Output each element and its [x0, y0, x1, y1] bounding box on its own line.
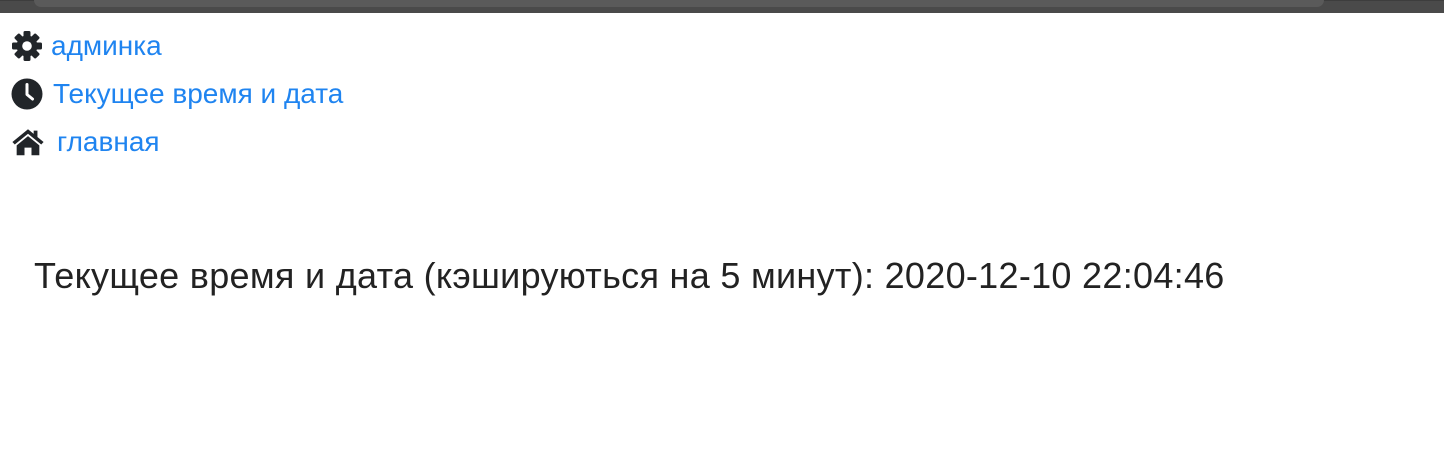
- clock-icon: [11, 77, 45, 111]
- nav-item-admin[interactable]: админка: [11, 22, 343, 70]
- browser-address-bar[interactable]: [34, 0, 1324, 7]
- current-datetime-text: Текущее время и дата (кэшируються на 5 м…: [34, 255, 1225, 297]
- nav-item-current-time[interactable]: Текущее время и дата: [11, 70, 343, 118]
- datetime-value: 2020-12-10 22:04:46: [884, 255, 1225, 296]
- datetime-label: Текущее время и дата (кэшируються на 5 м…: [34, 255, 875, 296]
- nav-menu: админка Текущее время и дата главная: [11, 22, 343, 166]
- current-time-link[interactable]: Текущее время и дата: [53, 80, 343, 108]
- browser-top-edge: [0, 0, 1444, 15]
- admin-link[interactable]: админка: [51, 32, 162, 60]
- home-link[interactable]: главная: [57, 128, 160, 156]
- home-icon: [11, 125, 45, 159]
- nav-item-home[interactable]: главная: [11, 118, 343, 166]
- gear-icon: [11, 29, 45, 63]
